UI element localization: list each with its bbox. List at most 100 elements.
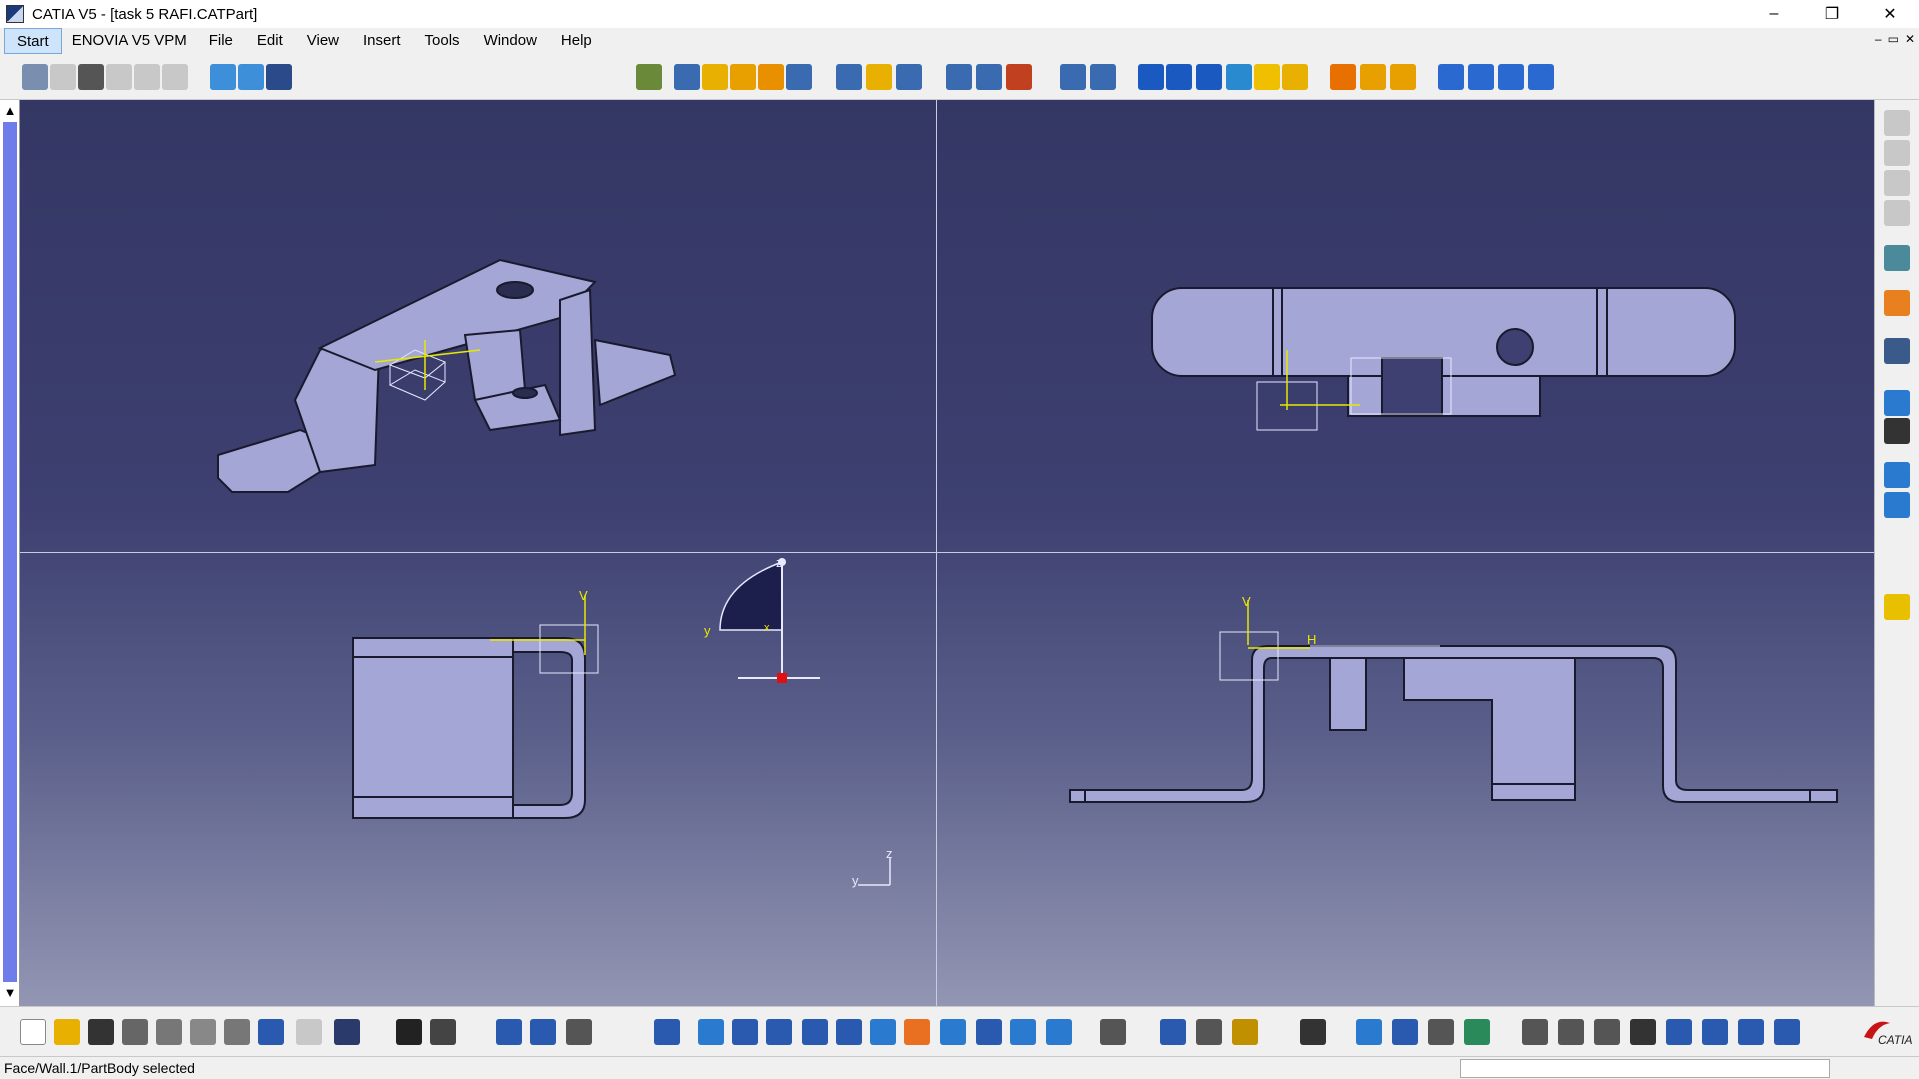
menu-tools[interactable]: Tools [413,28,472,54]
save-icon[interactable] [88,1019,114,1045]
axis4-icon[interactable] [1528,64,1554,90]
look-at-icon[interactable] [1558,1019,1584,1045]
hide-show-icon[interactable] [1010,1019,1036,1045]
inertia-icon[interactable] [1884,492,1910,518]
table-icon[interactable] [496,1019,522,1045]
hole-icon[interactable] [976,64,1002,90]
iso-view-icon[interactable] [940,1019,966,1045]
multi-view-icon[interactable] [904,1019,930,1045]
plane-icon[interactable] [1282,64,1308,90]
scroll-down-icon[interactable]: ▼ [3,986,17,1000]
menu-file[interactable]: File [197,28,245,54]
pattern-icon[interactable] [866,64,892,90]
mirror-icon[interactable] [1060,64,1086,90]
paste-icon[interactable] [224,1019,250,1045]
corner-relief-icon[interactable] [896,64,922,90]
axis-icon[interactable] [1438,64,1464,90]
whats-this-icon[interactable] [266,64,292,90]
part-design-icon[interactable] [1392,1019,1418,1045]
undo-icon[interactable] [258,1019,284,1045]
extrusion-icon[interactable] [730,64,756,90]
zoom-in-icon[interactable] [802,1019,828,1045]
options-icon[interactable] [22,64,48,90]
menu-edit[interactable]: Edit [245,28,295,54]
surface-icon[interactable] [1226,64,1252,90]
image-capture-icon[interactable] [78,64,104,90]
catalog-icon[interactable] [1884,390,1910,416]
menu-enovia[interactable]: ENOVIA V5 VPM [62,28,197,54]
wall-icon[interactable] [702,64,728,90]
filter-icon[interactable] [1738,1019,1764,1045]
menu-window[interactable]: Window [472,28,549,54]
restore-button[interactable]: ❐ [1803,0,1861,28]
open-icon[interactable] [54,1019,80,1045]
tree-icon[interactable] [530,1019,556,1045]
menu-view[interactable]: View [295,28,351,54]
vertical-scrollbar[interactable]: ▲ ▼ [0,100,20,1006]
doc-minimize-button[interactable]: – [1875,32,1882,46]
solid-icon[interactable] [1254,64,1280,90]
measure-between-icon[interactable] [1100,1019,1126,1045]
corner-icon[interactable] [1390,64,1416,90]
knowledge-icon[interactable] [430,1019,456,1045]
doc-close-button[interactable]: ✕ [1905,32,1915,46]
plane-icon[interactable] [1884,594,1910,620]
measure-icon[interactable] [1884,462,1910,488]
pointer-icon[interactable] [1884,290,1910,316]
chamfer-icon[interactable] [1360,64,1386,90]
rotate-view-icon[interactable] [1522,1019,1548,1045]
grid-icon[interactable] [1630,1019,1656,1045]
close-button[interactable]: ✕ [1861,0,1919,28]
hide-icon[interactable] [566,1019,592,1045]
drafting-icon[interactable] [1464,1019,1490,1045]
pan-icon[interactable] [732,1019,758,1045]
zoom-out-icon[interactable] [836,1019,862,1045]
view2-icon[interactable] [1166,64,1192,90]
sketcher-icon[interactable] [1356,1019,1382,1045]
layer-icon[interactable] [1702,1019,1728,1045]
axis-system-icon[interactable] [1594,1019,1620,1045]
print-icon[interactable] [122,1019,148,1045]
new-icon[interactable] [20,1019,46,1045]
point-icon[interactable] [1884,538,1910,564]
normal-view-icon[interactable] [870,1019,896,1045]
measure-item-icon[interactable] [1160,1019,1186,1045]
material-icon[interactable] [1232,1019,1258,1045]
bend-icon[interactable] [786,64,812,90]
product-icon[interactable] [1884,245,1910,271]
command-input[interactable] [1460,1059,1830,1078]
scroll-track[interactable] [3,122,17,982]
multi-select-icon[interactable] [238,64,264,90]
whats-this-icon[interactable] [334,1019,360,1045]
swap-icon[interactable] [1046,1019,1072,1045]
section-icon[interactable] [1666,1019,1692,1045]
flange-icon[interactable] [758,64,784,90]
assembly-icon[interactable] [1428,1019,1454,1045]
shading-icon[interactable] [976,1019,1002,1045]
cut-icon[interactable] [156,1019,182,1045]
scroll-up-icon[interactable]: ▲ [3,104,17,118]
axis2-icon[interactable] [1468,64,1494,90]
line-icon[interactable] [1884,566,1910,592]
sheet-metal-params-icon[interactable] [636,64,662,90]
stamp-icon[interactable] [1006,64,1032,90]
transform-icon[interactable] [1090,64,1116,90]
formula-icon[interactable] [396,1019,422,1045]
copy-icon[interactable] [190,1019,216,1045]
view-icon[interactable] [1138,64,1164,90]
fit-all-icon[interactable] [698,1019,724,1045]
doc-restore-button[interactable]: ▭ [1888,32,1899,46]
menu-insert[interactable]: Insert [351,28,413,54]
axis3-icon[interactable] [1498,64,1524,90]
select-icon[interactable] [210,64,236,90]
measure-inertia-icon[interactable] [1196,1019,1222,1045]
capture-icon[interactable] [1300,1019,1326,1045]
rotate-icon[interactable] [766,1019,792,1045]
menu-help[interactable]: Help [549,28,604,54]
cut-icon[interactable] [946,64,972,90]
save-icon[interactable] [1884,418,1910,444]
3d-viewport[interactable]: z y x z y V V H [20,100,1874,1006]
sketch-icon[interactable] [1884,338,1910,364]
fly-icon[interactable] [654,1019,680,1045]
minimize-button[interactable]: – [1745,0,1803,28]
